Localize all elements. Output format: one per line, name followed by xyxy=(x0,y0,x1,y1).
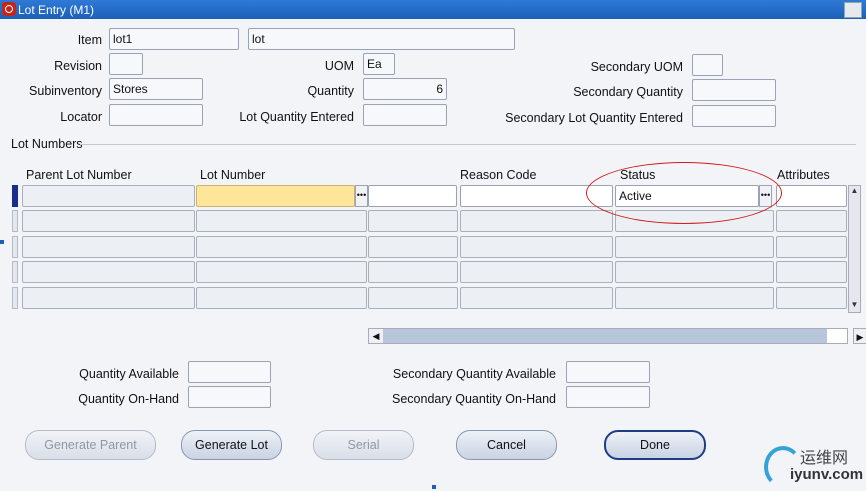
column-header-attributes: Attributes xyxy=(777,168,830,182)
site-watermark: 运维网 iyunv.com xyxy=(760,440,864,488)
table-cell[interactable] xyxy=(22,210,195,232)
table-cell[interactable] xyxy=(22,261,195,283)
lot-qty-entered-field[interactable] xyxy=(363,104,447,126)
uom-label: UOM xyxy=(324,59,354,73)
record-indicator[interactable] xyxy=(12,261,18,283)
revision-label: Revision xyxy=(54,59,102,73)
table-cell[interactable] xyxy=(460,287,613,309)
cancel-button[interactable]: Cancel xyxy=(456,430,557,460)
qty-onhand-field[interactable] xyxy=(188,386,271,408)
column-header-reason-code: Reason Code xyxy=(460,168,537,182)
scroll-right-icon[interactable]: ▶ xyxy=(853,328,866,344)
lot-number-lov-button[interactable]: ••• xyxy=(355,185,368,207)
secondary-uom-label: Secondary UOM xyxy=(590,60,683,74)
quantity-label: Quantity xyxy=(307,84,354,98)
resize-marker xyxy=(432,485,436,489)
item-label: Item xyxy=(77,33,102,47)
locator-field[interactable] xyxy=(109,104,203,126)
lot-qty-entered-label: Lot Quantity Entered xyxy=(239,110,354,124)
table-cell[interactable] xyxy=(196,236,367,258)
attributes-input[interactable] xyxy=(776,185,847,207)
locator-label: Locator xyxy=(60,110,102,124)
table-cell[interactable] xyxy=(368,287,458,309)
table-cell[interactable] xyxy=(776,261,847,283)
lot-numbers-section-title: Lot Numbers xyxy=(11,137,83,151)
done-button[interactable]: Done xyxy=(604,430,706,460)
subinventory-field[interactable]: Stores xyxy=(109,78,203,100)
serial-button[interactable]: Serial xyxy=(313,430,414,460)
table-cell[interactable] xyxy=(615,287,774,309)
window-title: Lot Entry (M1) xyxy=(18,3,95,17)
status-annotation-oval xyxy=(586,162,782,224)
vertical-scrollbar[interactable]: ▲ ▼ xyxy=(848,185,861,313)
table-cell[interactable] xyxy=(776,236,847,258)
resize-marker xyxy=(0,240,4,244)
revision-field[interactable] xyxy=(109,53,143,75)
sec-qty-onhand-label: Secondary Quantity On-Hand xyxy=(392,392,556,406)
table-cell[interactable] xyxy=(196,210,367,232)
watermark-en-text: iyunv.com xyxy=(790,466,864,483)
scroll-up-icon[interactable]: ▲ xyxy=(849,186,860,198)
window-control-button[interactable] xyxy=(844,2,862,18)
table-cell[interactable] xyxy=(776,287,847,309)
scroll-down-icon[interactable]: ▼ xyxy=(849,300,860,312)
current-record-indicator[interactable] xyxy=(12,185,18,207)
qty-onhand-label: Quantity On-Hand xyxy=(78,392,179,406)
table-cell[interactable] xyxy=(615,261,774,283)
generate-lot-button[interactable]: Generate Lot xyxy=(181,430,282,460)
table-cell[interactable] xyxy=(460,210,613,232)
record-indicator[interactable] xyxy=(12,210,18,232)
column-header-parent-lot: Parent Lot Number xyxy=(26,168,132,182)
table-cell[interactable] xyxy=(368,236,458,258)
secondary-lot-qty-entered-label: Secondary Lot Quantity Entered xyxy=(505,111,683,125)
table-cell[interactable] xyxy=(460,236,613,258)
record-indicator[interactable] xyxy=(12,287,18,309)
sec-qty-available-field[interactable] xyxy=(566,361,650,383)
secondary-quantity-field[interactable] xyxy=(692,79,776,101)
section-divider xyxy=(80,144,856,145)
secondary-lot-qty-entered-field[interactable] xyxy=(692,105,776,127)
uom-field[interactable]: Ea xyxy=(363,53,395,75)
table-cell[interactable] xyxy=(776,210,847,232)
parent-lot-cell[interactable] xyxy=(22,185,195,207)
generate-parent-button[interactable]: Generate Parent xyxy=(25,430,156,460)
table-cell[interactable] xyxy=(368,261,458,283)
lot-number-input[interactable] xyxy=(196,185,355,207)
qty-available-field[interactable] xyxy=(188,361,271,383)
scroll-left-icon[interactable]: ◀ xyxy=(369,329,384,343)
oracle-app-icon xyxy=(2,2,16,16)
table-cell[interactable] xyxy=(196,287,367,309)
table-cell[interactable] xyxy=(615,236,774,258)
table-cell[interactable] xyxy=(196,261,367,283)
table-cell[interactable] xyxy=(460,261,613,283)
watermark-cn-text: 运维网 xyxy=(800,450,849,467)
lot-extra-cell[interactable] xyxy=(368,185,457,207)
record-indicator[interactable] xyxy=(12,236,18,258)
subinventory-label: Subinventory xyxy=(29,84,102,98)
secondary-uom-field[interactable] xyxy=(692,54,723,76)
sec-qty-onhand-field[interactable] xyxy=(566,386,650,408)
item-field[interactable]: lot1 xyxy=(109,28,239,50)
item-description-field[interactable]: lot xyxy=(248,28,515,50)
quantity-field[interactable]: 6 xyxy=(363,78,447,100)
title-bar: Lot Entry (M1) xyxy=(0,0,866,19)
column-header-lot-number: Lot Number xyxy=(200,168,266,182)
horizontal-scrollbar[interactable]: ◀ ▶ xyxy=(368,328,866,344)
table-cell[interactable] xyxy=(22,236,195,258)
horizontal-scroll-thumb[interactable] xyxy=(383,329,827,343)
table-cell[interactable] xyxy=(368,210,458,232)
table-cell[interactable] xyxy=(22,287,195,309)
qty-available-label: Quantity Available xyxy=(79,367,179,381)
secondary-quantity-label: Secondary Quantity xyxy=(573,85,683,99)
sec-qty-available-label: Secondary Quantity Available xyxy=(392,367,556,381)
